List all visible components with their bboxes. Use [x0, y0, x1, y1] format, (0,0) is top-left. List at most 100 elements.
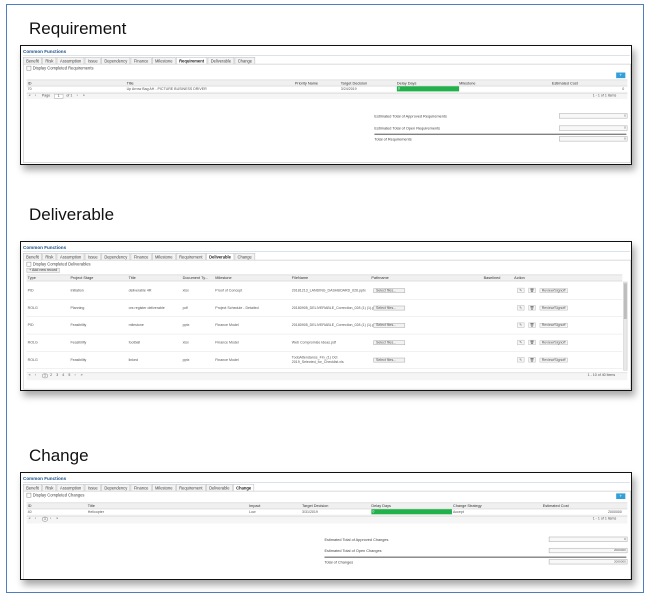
scrollbar-thumb[interactable]: [623, 283, 627, 320]
col-document-type[interactable]: Document Ty...: [183, 276, 208, 281]
table-scrollbar[interactable]: [623, 281, 628, 371]
col-milestone[interactable]: Milestone: [215, 276, 231, 281]
col-change-strategy[interactable]: Change Strategy: [453, 504, 482, 509]
add-new-record-button[interactable]: + Add new record: [26, 268, 60, 273]
col-target-decision[interactable]: Target Decision: [341, 81, 367, 86]
table-row[interactable]: ROLG Feasibility linked pptx Finance Mod…: [26, 351, 623, 369]
table-row[interactable]: ROLG Planning ors register deliverable p…: [26, 299, 623, 317]
col-action[interactable]: Action: [514, 276, 525, 281]
summary-approved-value: 0: [559, 113, 628, 119]
col-type[interactable]: Type: [28, 276, 36, 281]
pager-first-icon[interactable]: «: [29, 517, 31, 521]
delete-icon[interactable]: 🗑: [528, 339, 536, 346]
requirement-panel: Display Completed Requirements + ID Titl…: [23, 63, 631, 163]
delete-icon[interactable]: 🗑: [528, 305, 536, 311]
section-title-change: Change: [29, 446, 89, 465]
pager-prev-icon[interactable]: ‹: [35, 94, 36, 98]
add-requirement-button[interactable]: +: [616, 72, 626, 79]
cell-target-decision: 3/24/2019: [340, 87, 357, 91]
table-row[interactable]: 70 Up Arrow Bag AH - PICTURE BUSINESS DR…: [26, 86, 628, 93]
review-signoff-button[interactable]: Review/Signoff: [539, 357, 568, 363]
pager-last-icon[interactable]: »: [56, 517, 58, 521]
pager-page-5[interactable]: 5: [68, 374, 70, 378]
col-impact[interactable]: Impact: [249, 504, 260, 509]
display-completed-toggle[interactable]: Display Completed Requirements: [26, 65, 94, 71]
select-files-button[interactable]: Select files...: [373, 340, 405, 345]
pager-page-4[interactable]: 4: [62, 374, 64, 378]
col-pathname[interactable]: Pathname: [371, 276, 388, 281]
checkbox[interactable]: [26, 261, 32, 267]
pager-first-icon[interactable]: «: [29, 94, 31, 98]
cell-project-stage: Feasibility: [70, 358, 87, 362]
display-completed-toggle[interactable]: Display Completed Deliverables: [26, 261, 91, 267]
add-change-button[interactable]: +: [616, 493, 626, 500]
col-title[interactable]: Title: [88, 504, 95, 509]
pager-page-input[interactable]: 1: [54, 93, 64, 99]
requirement-pager: « ‹ Page 1 of 1 › » 1 - 1 of 1 items: [26, 92, 628, 100]
checkbox[interactable]: [26, 492, 32, 498]
pager-first-icon[interactable]: «: [29, 374, 31, 378]
col-estimated-cost[interactable]: Estimated Cost: [543, 504, 569, 509]
review-signoff-button[interactable]: Review/Signoff: [539, 322, 568, 328]
edit-icon[interactable]: ✎: [517, 287, 525, 293]
edit-icon[interactable]: ✎: [517, 357, 525, 363]
pager-last-icon[interactable]: »: [81, 374, 83, 378]
cell-type: PID: [27, 323, 34, 327]
pager-page-1[interactable]: 1: [41, 516, 48, 522]
edit-icon[interactable]: ✎: [517, 322, 525, 328]
col-estimated-cost[interactable]: Estimated Cost: [552, 81, 578, 86]
cell-filename: TodoAttendance_Fin_(1) Oct 2019_Selected…: [291, 355, 344, 364]
cell-title: deliverable 4R: [128, 288, 152, 293]
review-signoff-button[interactable]: Review/Signoff: [539, 288, 568, 293]
col-target-decision[interactable]: Target Decision: [302, 504, 328, 509]
cell-id: 40: [27, 509, 32, 514]
summary-open-label: Estimated Total of Open Requirements: [374, 126, 441, 131]
pager-prev-icon[interactable]: ‹: [35, 517, 36, 521]
review-signoff-button[interactable]: Review/Signoff: [539, 340, 568, 345]
delete-icon[interactable]: 🗑: [528, 322, 536, 328]
cell-milestone: Finance Model: [215, 340, 239, 345]
col-title[interactable]: Title: [129, 276, 136, 281]
pager-prev-icon[interactable]: ‹: [35, 374, 36, 378]
table-row[interactable]: PID Feasibility milestone pptx Finance M…: [26, 316, 623, 335]
edit-icon[interactable]: ✎: [517, 339, 525, 346]
requirement-screenshot: Common Functions Benefit Risk Assumption…: [20, 45, 632, 165]
select-files-button[interactable]: Select files...: [373, 305, 405, 311]
select-files-button[interactable]: Select files...: [373, 322, 405, 328]
pager-next-icon[interactable]: ›: [50, 517, 51, 521]
col-priority[interactable]: Priority Name: [295, 81, 318, 86]
table-row[interactable]: 40 Helicopter Low 3/31/2019 0 Accept 200…: [26, 509, 628, 516]
checkbox[interactable]: [26, 65, 32, 71]
table-row[interactable]: PID Initiation deliverable 4R xlsx Proof…: [26, 282, 623, 300]
pager-page-1[interactable]: 1: [41, 373, 48, 379]
select-files-button[interactable]: Select files...: [373, 357, 405, 363]
col-baselined[interactable]: Baselined: [484, 276, 501, 281]
pager-page-3[interactable]: 3: [56, 374, 58, 378]
display-completed-toggle[interactable]: Display Completed Changes: [26, 492, 84, 498]
col-id[interactable]: ID: [28, 81, 32, 86]
col-delay-days[interactable]: Delay Days: [371, 504, 391, 509]
change-pager: « ‹ 1 › » 1 - 1 of 1 items: [26, 515, 628, 524]
pager-next-icon[interactable]: ›: [77, 94, 78, 98]
cell-project-stage: Feasibility: [70, 340, 87, 345]
review-signoff-button[interactable]: Review/Signoff: [539, 305, 568, 311]
delete-icon[interactable]: 🗑: [528, 357, 536, 363]
change-screenshot: Common Functions Benefit Risk Assumption…: [20, 472, 632, 580]
pager-next-icon[interactable]: ›: [75, 374, 76, 378]
col-delay-days[interactable]: Delay Days: [397, 81, 417, 86]
col-title[interactable]: Title: [127, 81, 134, 86]
table-row[interactable]: ROLG Feasibility football xlsx Finance M…: [26, 334, 623, 352]
cell-estimated-cost: 2000000: [608, 509, 622, 514]
col-project-stage[interactable]: Project Stage: [70, 276, 93, 281]
pager-page-2[interactable]: 2: [50, 374, 52, 378]
col-id[interactable]: ID: [28, 504, 32, 509]
col-filename[interactable]: FileName: [292, 276, 308, 281]
pager-last-icon[interactable]: »: [83, 94, 85, 98]
cell-project-stage: Planning: [70, 306, 85, 310]
col-milestone[interactable]: Milestone: [459, 81, 475, 86]
delay-days-status: 0: [396, 86, 460, 92]
summary-total-value: 0: [559, 136, 628, 142]
select-files-button[interactable]: Select files...: [373, 288, 405, 293]
edit-icon[interactable]: ✎: [517, 305, 525, 311]
delete-icon[interactable]: 🗑: [528, 287, 536, 293]
